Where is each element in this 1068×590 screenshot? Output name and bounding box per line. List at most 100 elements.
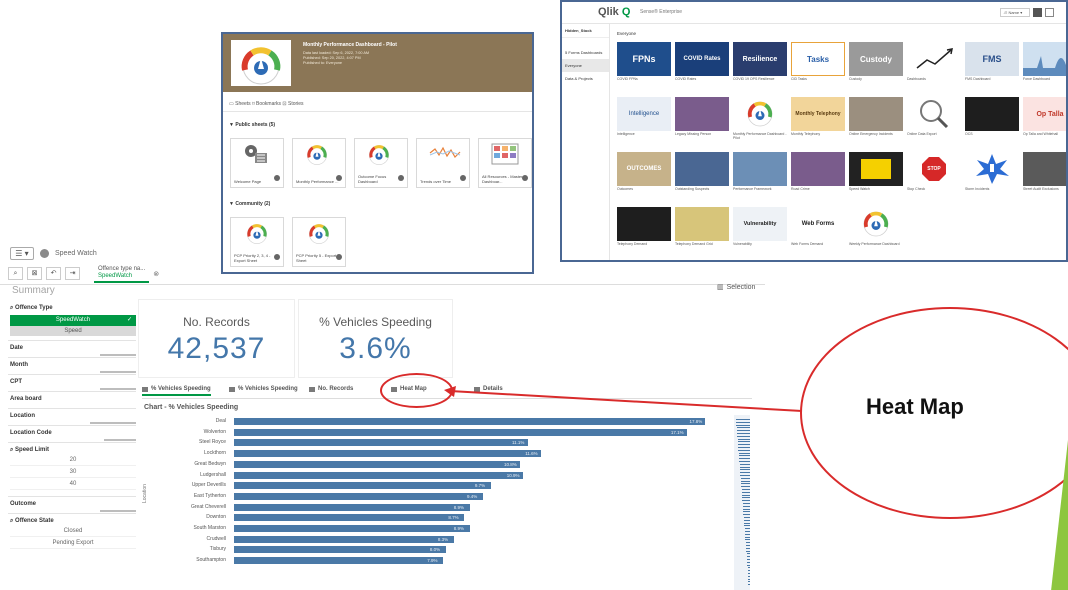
sort-dropdown[interactable]: ↓≡ Name ▾ xyxy=(1000,8,1030,17)
app-tile[interactable]: Outstanding Suspects xyxy=(675,152,729,194)
bar-category-label[interactable]: Upper Deverills xyxy=(146,481,226,490)
bar[interactable] xyxy=(234,535,454,543)
app-tile[interactable]: OCS xyxy=(965,97,1019,139)
community-header[interactable]: ▼ Community (2) xyxy=(229,201,270,207)
hub-side-item[interactable] xyxy=(562,38,609,46)
filter-value[interactable]: Closed xyxy=(10,525,136,537)
bar[interactable] xyxy=(234,546,446,554)
filter-value[interactable]: 40 xyxy=(10,478,136,490)
bar-category-label[interactable]: Great Cheverell xyxy=(146,503,226,512)
app-tile[interactable]: OUTCOMES Outcomes xyxy=(617,152,671,194)
bar-category-label[interactable]: Lockthorn xyxy=(146,449,226,458)
filter-offence-type[interactable]: ⌕ Offence Type SpeedWatch ✓ Speed xyxy=(8,301,136,341)
sheet-card[interactable]: Monthly Performance ... xyxy=(292,138,346,188)
bar-chart[interactable]: Location Deal 17.8% Wolverton 17.1% Steel Ro… xyxy=(142,411,762,590)
bar[interactable] xyxy=(234,514,465,522)
filter-speed-limit[interactable]: ⌕ Speed Limit 20 30 40 xyxy=(8,443,136,497)
sheet-card[interactable]: PCP Priority 2, 3, 4 - Export Sheet xyxy=(230,217,284,267)
app-tile[interactable]: Online Emergency Incidents xyxy=(849,97,903,139)
selections-tool-icon[interactable]: ⊠ xyxy=(27,267,42,280)
sheet-card[interactable]: All Resources - Master Dashboar... xyxy=(478,138,532,188)
bar-category-label[interactable]: Great Bedwyn xyxy=(146,460,226,469)
filter-value[interactable]: 30 xyxy=(10,466,136,478)
app-tile[interactable]: Dashboards xyxy=(907,42,961,84)
bar-category-label[interactable]: Deal xyxy=(146,417,226,426)
filter-location[interactable]: Location xyxy=(8,409,136,426)
forward-step-icon[interactable]: ⇥ xyxy=(65,267,80,280)
app-tile[interactable]: Resilience COVID 19 OPS Resilience xyxy=(733,42,787,84)
filter-value[interactable]: Pending Export xyxy=(10,537,136,549)
filter-value-excluded[interactable]: Speed xyxy=(10,326,136,336)
info-icon[interactable] xyxy=(274,175,280,181)
bar-category-label[interactable]: Downton xyxy=(146,513,226,522)
bar-category-label[interactable]: East Tytherton xyxy=(146,492,226,501)
tab-vehicles-speeding-table[interactable]: % Vehicles Speeding xyxy=(229,386,298,392)
app-tile[interactable]: Monthly Telephony Monthly Telephony xyxy=(791,97,845,139)
bar[interactable] xyxy=(234,428,687,436)
clear-selection-icon[interactable]: ⊗ xyxy=(153,270,159,278)
bar-category-label[interactable]: Steel Royce xyxy=(146,438,226,447)
info-icon[interactable] xyxy=(398,175,404,181)
app-tile[interactable]: Op Talla Op Talla and Whitehall xyxy=(1023,97,1066,139)
navigation-menu-button[interactable]: ☰ ▾ xyxy=(10,246,34,260)
grid-view-icon[interactable] xyxy=(1033,8,1042,17)
info-icon[interactable] xyxy=(336,254,342,260)
info-icon[interactable] xyxy=(522,175,528,181)
bar[interactable] xyxy=(234,460,521,468)
filter-month[interactable]: Month xyxy=(8,358,136,375)
info-icon[interactable] xyxy=(274,254,280,260)
chart-scroll-minimap[interactable] xyxy=(734,415,750,590)
sheet-card[interactable]: PCP Priority 5 - Export Sheet xyxy=(292,217,346,267)
bar-category-label[interactable]: Ludgershall xyxy=(146,471,226,480)
bar-category-label[interactable]: South Marston xyxy=(146,524,226,533)
app-tile[interactable]: Weekly Performance Dashboard xyxy=(849,207,903,249)
app-tile[interactable]: Performance Framework xyxy=(733,152,787,194)
filter-date[interactable]: Date xyxy=(8,341,136,358)
app-tile[interactable]: Custody Custody xyxy=(849,42,903,84)
hub-side-item[interactable]: Data & Projects xyxy=(562,72,609,85)
public-sheets-header[interactable]: ▼ Public sheets (5) xyxy=(229,122,275,128)
bar[interactable] xyxy=(234,482,491,490)
bar[interactable] xyxy=(234,503,470,511)
filter-offence-state[interactable]: ⌕ Offence State Closed Pending Export xyxy=(8,514,136,554)
smart-search-icon[interactable]: ⌕ xyxy=(8,267,23,280)
sheet-card[interactable]: Outcome Focus Dashboard xyxy=(354,138,408,188)
app-tile[interactable]: COVID Rates COVID Rates xyxy=(675,42,729,84)
app-tile[interactable]: Telephony Demand Grid xyxy=(675,207,729,249)
bar[interactable] xyxy=(234,525,470,532)
app-tile[interactable]: Intelligence Intelligence xyxy=(617,97,671,139)
app-tile[interactable]: Speed Watch xyxy=(849,152,903,194)
list-view-icon[interactable] xyxy=(1045,8,1054,17)
app-tile[interactable]: Force Dashboard xyxy=(1023,42,1066,84)
app-tile[interactable]: Vulnerability Vulnerability xyxy=(733,207,787,249)
app-tile[interactable]: Monthly Performance Dashboard - Pilot xyxy=(733,97,787,140)
tab-no-records[interactable]: No. Records xyxy=(309,386,353,392)
bar[interactable] xyxy=(234,439,528,447)
sheet-card[interactable]: Trends over Time xyxy=(416,138,470,188)
tab-vehicles-speeding-bar[interactable]: % Vehicles Speeding xyxy=(142,386,211,396)
bar-category-label[interactable]: Tisbury xyxy=(146,545,226,554)
filter-cpt[interactable]: CPT xyxy=(8,375,136,392)
app-tile[interactable]: Online Data Export xyxy=(907,97,961,139)
bar-category-label[interactable]: Southampton xyxy=(146,556,226,565)
app-tile[interactable]: FPNs COVID FPNs xyxy=(617,42,671,84)
back-step-icon[interactable]: ↶ xyxy=(46,267,61,280)
hub-side-item[interactable]: Hidden_Stock xyxy=(562,24,609,38)
app-tile[interactable]: STOP Stop Check xyxy=(907,152,961,194)
bar[interactable] xyxy=(234,492,483,500)
hub-side-item[interactable]: Everyone xyxy=(562,59,609,72)
filter-area-board[interactable]: Area board xyxy=(8,392,136,409)
app-tile[interactable]: Storm Incidents xyxy=(965,152,1019,194)
bar[interactable] xyxy=(234,557,444,565)
app-tile[interactable]: Web Forms Web Forms Demand xyxy=(791,207,845,249)
bar[interactable] xyxy=(234,450,542,458)
hub-side-item[interactable]: 5 Forms Dashboards xyxy=(562,46,609,59)
filter-outcome[interactable]: Outcome xyxy=(8,497,136,514)
app-overview-tabs[interactable]: ▭ Sheets ⌑ Bookmarks ⊡ Stories xyxy=(229,101,304,107)
info-icon[interactable] xyxy=(336,175,342,181)
app-tile[interactable]: Road Crime xyxy=(791,152,845,194)
bar-category-label[interactable]: Crudwell xyxy=(146,535,226,544)
app-tile[interactable]: FMS FMS Dashboard xyxy=(965,42,1019,84)
app-tile[interactable]: Legacy Missing Person xyxy=(675,97,729,139)
filter-location-code[interactable]: Location Code xyxy=(8,426,136,443)
